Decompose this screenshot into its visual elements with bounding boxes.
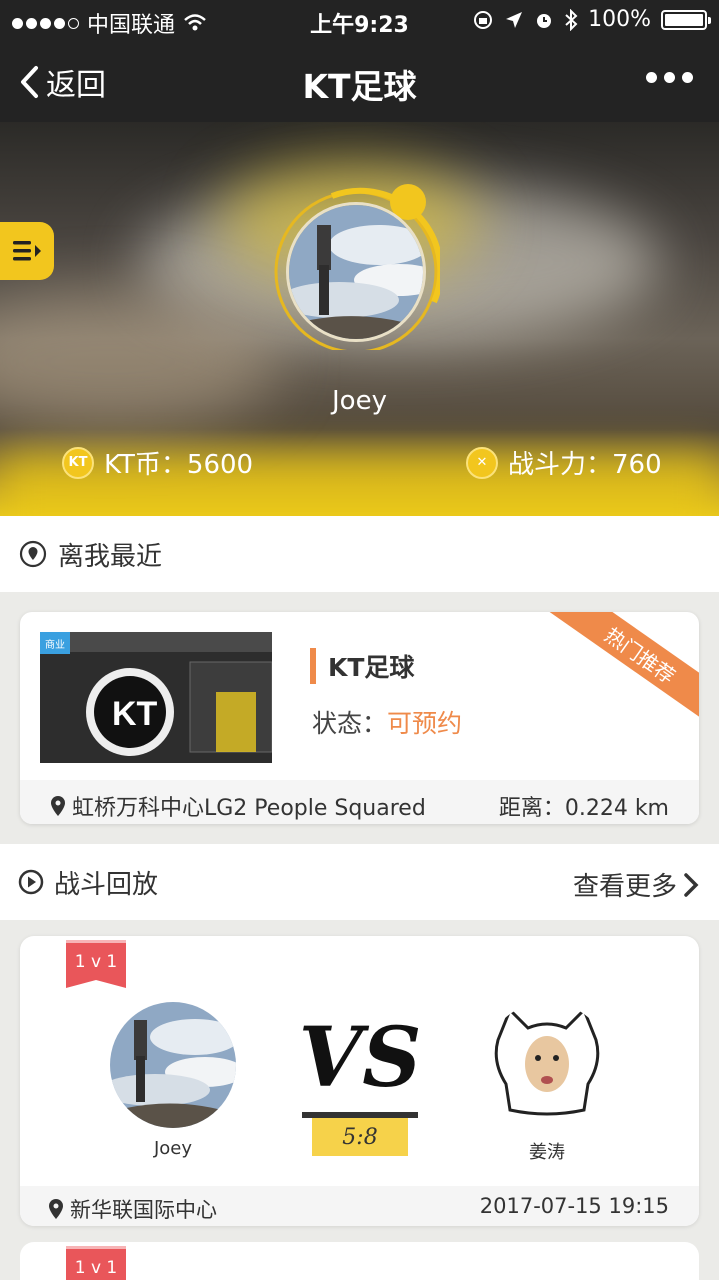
battle-card[interactable]: 1 v 1 [20, 1242, 699, 1280]
nav-bar: 返回 KT足球 [0, 40, 719, 122]
battle-footer: 新华联国际中心 2017-07-15 19:15 [20, 1186, 699, 1226]
menu-icon [13, 241, 41, 261]
see-more-link[interactable]: 查看更多 [573, 866, 699, 903]
venue-footer: 虹桥万科中心LG2 People Squared 距离：0.224 km [20, 780, 699, 824]
kt-coin-icon: KT [62, 446, 94, 479]
crossed-swords-icon: ✕ [466, 446, 498, 479]
venue-address: 虹桥万科中心LG2 People Squared [50, 790, 426, 822]
venue-status-value: 可预约 [387, 709, 463, 738]
venue-distance: 距离：0.224 km [498, 796, 669, 821]
battle-place: 新华联国际中心 [48, 1194, 217, 1224]
venue-address-text: 虹桥万科中心LG2 People Squared [72, 796, 426, 821]
vs-score-block: VS 5:8 [299, 1008, 422, 1156]
nearby-title: 离我最近 [58, 541, 163, 572]
power-label: 战斗力：760 [508, 450, 662, 480]
hot-ribbon: 热门推荐 [548, 612, 699, 727]
venue-image: KT 商业 [40, 632, 272, 763]
see-more-label: 查看更多 [572, 872, 677, 902]
replay-title: 战斗回放 [54, 869, 159, 900]
location-circle-icon [19, 540, 47, 568]
profile-hero: Joey KT KT币：5600 ✕ 战斗力：760 [0, 122, 719, 516]
status-right: 100% [472, 7, 711, 32]
player-right: 姜涛 [482, 1002, 612, 1164]
avatar-image [286, 202, 426, 342]
player-right-avatar [484, 1002, 610, 1128]
venue-name: KT足球 [310, 648, 414, 684]
map-pin-icon [51, 796, 65, 816]
nearby-section-header: 离我最近 [0, 516, 719, 592]
vs-logo: VS [299, 1010, 422, 1106]
coins-stat: KT KT币：5600 [62, 444, 253, 481]
mode-badge: 1 v 1 [66, 1246, 126, 1280]
bluetooth-icon [565, 8, 578, 31]
venue-tag: 商业 [40, 632, 70, 654]
more-menu-button[interactable] [646, 72, 693, 83]
mode-badge: 1 v 1 [66, 940, 126, 988]
play-circle-icon [18, 869, 44, 895]
page-title: KT足球 [302, 67, 417, 106]
side-menu-button[interactable] [0, 222, 54, 280]
svg-text:KT: KT [112, 695, 158, 733]
coins-label: KT币：5600 [104, 450, 254, 480]
battery-icon [661, 9, 711, 30]
player-left-name: Joey [153, 1138, 193, 1159]
location-arrow-icon [506, 11, 523, 28]
venue-card[interactable]: KT 商业 KT足球 状态：可预约 热门推荐 虹桥万科中心LG2 People … [20, 612, 699, 824]
player-right-name: 姜涛 [529, 1142, 565, 1163]
player-left: Joey [108, 1002, 238, 1159]
map-pin-icon [49, 1199, 63, 1219]
venue-status: 状态：可预约 [312, 704, 462, 740]
battle-place-text: 新华联国际中心 [70, 1198, 217, 1222]
svg-text:VS: VS [302, 1010, 418, 1104]
replay-section-header: 战斗回放 查看更多 [0, 844, 719, 920]
venue-status-label: 状态： [312, 709, 388, 738]
profile-avatar[interactable] [272, 182, 440, 350]
status-bar: 中国联通 上午9:23 100% [0, 0, 719, 40]
orientation-lock-icon [474, 10, 493, 29]
battery-percent: 100% [588, 7, 651, 32]
alarm-icon [537, 13, 552, 28]
battle-card[interactable]: 1 v 1 Joey VS 5:8 姜涛 新华联国际中心 2017-07-15 … [20, 936, 699, 1226]
power-stat: ✕ 战斗力：760 [466, 444, 662, 481]
chevron-right-icon [684, 872, 699, 897]
player-left-avatar [110, 1002, 236, 1128]
profile-name: Joey [332, 386, 387, 416]
battle-time: 2017-07-15 19:15 [479, 1194, 669, 1218]
match-score: 5:8 [312, 1118, 408, 1156]
